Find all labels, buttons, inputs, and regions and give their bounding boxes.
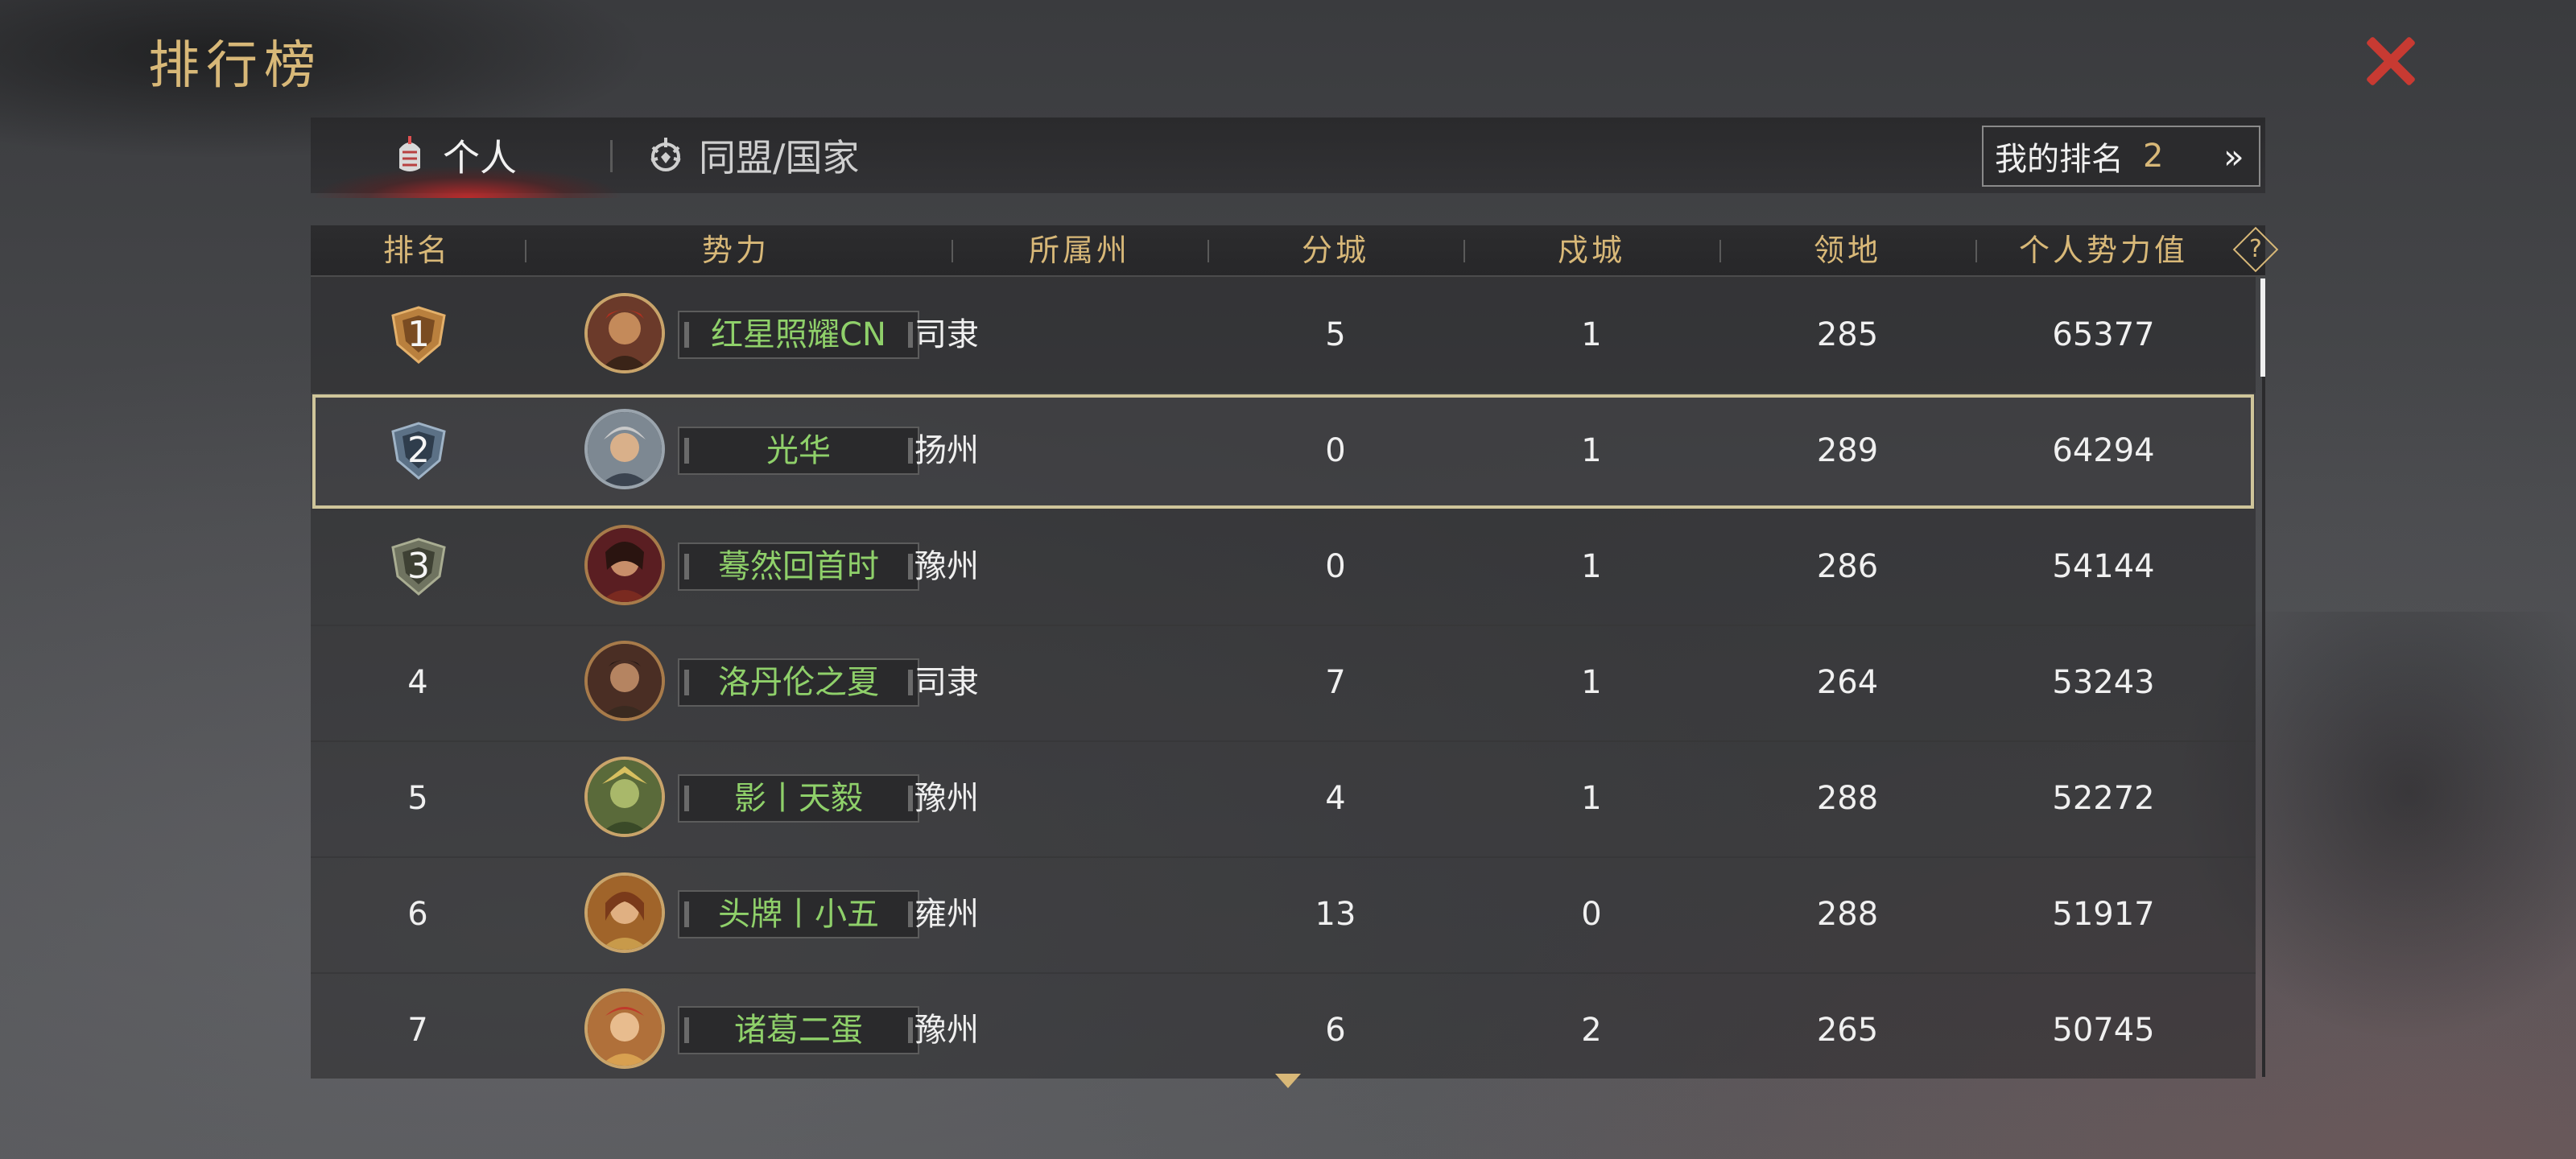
avatar[interactable] bbox=[584, 872, 665, 953]
column-header-faction: 势力 bbox=[701, 233, 770, 268]
province-cell: 豫州 bbox=[914, 780, 979, 817]
table-header: 排名 势力 所属州 分城 戍城 领地 个人势力值 ? bbox=[311, 225, 2279, 277]
avatar[interactable] bbox=[584, 525, 665, 605]
garrison-city-cell: 0 bbox=[1581, 896, 1602, 933]
tab-divider bbox=[610, 140, 613, 172]
territory-cell: 286 bbox=[1816, 548, 1879, 585]
column-header-rank: 排名 bbox=[382, 233, 451, 268]
avatar[interactable] bbox=[584, 988, 665, 1069]
territory-cell: 265 bbox=[1816, 1012, 1879, 1049]
avatar[interactable] bbox=[584, 409, 665, 489]
bronze-rank-badge-icon: 3 bbox=[386, 536, 451, 597]
table-row[interactable]: 5 影丨天毅 豫州 4 1 288 52272 bbox=[311, 740, 2256, 858]
province-cell: 扬州 bbox=[914, 432, 979, 469]
table-row[interactable]: 7 诸葛二蛋 豫州 6 2 265 50745 bbox=[311, 972, 2256, 1079]
territory-cell: 288 bbox=[1816, 896, 1879, 933]
territory-cell: 264 bbox=[1816, 664, 1879, 701]
table-row[interactable]: 3 蓦然回首时 豫州 0 1 286 54144 bbox=[311, 509, 2256, 626]
power-cell: 54144 bbox=[2052, 548, 2155, 585]
table-row[interactable]: 1 红星照耀CN 司隶 5 1 285 65377 bbox=[311, 277, 2256, 394]
garrison-city-cell: 1 bbox=[1581, 664, 1602, 701]
column-header-power: 个人势力值 bbox=[2018, 233, 2188, 268]
my-rank-label: 我的排名 bbox=[1995, 141, 2124, 178]
table-row[interactable]: 4 洛丹伦之夏 司隶 7 1 264 53243 bbox=[311, 625, 2256, 742]
garrison-city-cell: 1 bbox=[1581, 432, 1602, 469]
rank-number: 7 bbox=[407, 1012, 428, 1049]
double-chevron-right-icon: » bbox=[2223, 136, 2244, 176]
power-cell: 53243 bbox=[2052, 664, 2155, 701]
rank-number: 1 bbox=[407, 314, 430, 355]
tab-personal-label: 个人 bbox=[443, 136, 517, 179]
leaderboard-panel: 个人 同盟/国家 我的排名 2 » 排名 势力 所属州 分城 戍城 领地 个人势 bbox=[311, 118, 2279, 1088]
branch-city-cell: 13 bbox=[1315, 896, 1356, 933]
my-rank-value: 2 bbox=[2143, 138, 2164, 175]
branch-city-cell: 7 bbox=[1325, 664, 1346, 701]
province-cell: 司隶 bbox=[914, 316, 979, 353]
garrison-city-cell: 2 bbox=[1581, 1012, 1602, 1049]
tab-alliance-label: 同盟/国家 bbox=[699, 136, 860, 179]
tab-personal[interactable]: 个人 bbox=[391, 118, 517, 193]
branch-city-cell: 0 bbox=[1325, 432, 1346, 469]
scroll-down-indicator-icon bbox=[1275, 1074, 1301, 1088]
scrollbar-thumb[interactable] bbox=[2260, 278, 2265, 377]
page-title: 排行榜 bbox=[148, 36, 322, 96]
province-cell: 司隶 bbox=[914, 664, 979, 701]
power-cell: 51917 bbox=[2052, 896, 2155, 933]
column-header-territory: 领地 bbox=[1813, 233, 1881, 268]
table-row[interactable]: 6 头牌丨小五 雍州 13 0 288 51917 bbox=[311, 856, 2256, 974]
scrollbar[interactable] bbox=[2260, 278, 2265, 1077]
rank-number: 4 bbox=[407, 664, 428, 701]
garrison-city-cell: 1 bbox=[1581, 316, 1602, 353]
avatar[interactable] bbox=[584, 641, 665, 721]
power-cell: 52272 bbox=[2052, 780, 2155, 817]
table-row-selected[interactable]: 2 光华 扬州 0 1 289 64294 bbox=[311, 393, 2256, 510]
rank-number: 5 bbox=[407, 780, 428, 817]
garrison-city-cell: 1 bbox=[1581, 548, 1602, 585]
territory-cell: 288 bbox=[1816, 780, 1879, 817]
column-header-garrison-city: 戍城 bbox=[1557, 233, 1625, 268]
column-header-branch-city: 分城 bbox=[1301, 233, 1369, 268]
branch-city-cell: 5 bbox=[1325, 316, 1346, 353]
power-cell: 50745 bbox=[2052, 1012, 2155, 1049]
column-header-province: 所属州 bbox=[1028, 233, 1130, 268]
garrison-city-cell: 1 bbox=[1581, 780, 1602, 817]
alliance-emblem-icon bbox=[650, 138, 681, 171]
close-icon[interactable] bbox=[2357, 31, 2421, 92]
avatar[interactable] bbox=[584, 293, 665, 373]
rank-number: 3 bbox=[407, 546, 430, 587]
province-cell: 豫州 bbox=[914, 548, 979, 585]
fist-icon bbox=[399, 136, 420, 171]
province-cell: 雍州 bbox=[914, 896, 979, 933]
rank-number: 6 bbox=[407, 896, 428, 933]
ranking-list[interactable]: 1 红星照耀CN 司隶 5 1 285 65377 2 光华 扬州 0 1 28… bbox=[311, 277, 2265, 1079]
gold-rank-badge-icon: 1 bbox=[386, 304, 451, 365]
branch-city-cell: 0 bbox=[1325, 548, 1346, 585]
branch-city-cell: 6 bbox=[1325, 1012, 1346, 1049]
tab-alliance-nation[interactable]: 同盟/国家 bbox=[647, 118, 860, 193]
territory-cell: 289 bbox=[1816, 432, 1879, 469]
help-icon[interactable]: ? bbox=[2232, 226, 2279, 273]
power-cell: 64294 bbox=[2052, 432, 2155, 469]
rank-number: 2 bbox=[407, 430, 430, 471]
province-cell: 豫州 bbox=[914, 1012, 979, 1049]
tab-bar: 个人 同盟/国家 我的排名 2 » bbox=[311, 118, 2265, 198]
my-rank-button[interactable]: 我的排名 2 » bbox=[1982, 126, 2260, 187]
branch-city-cell: 4 bbox=[1325, 780, 1346, 817]
territory-cell: 285 bbox=[1816, 316, 1879, 353]
silver-rank-badge-icon: 2 bbox=[386, 420, 451, 481]
power-cell: 65377 bbox=[2052, 316, 2155, 353]
avatar[interactable] bbox=[584, 757, 665, 837]
